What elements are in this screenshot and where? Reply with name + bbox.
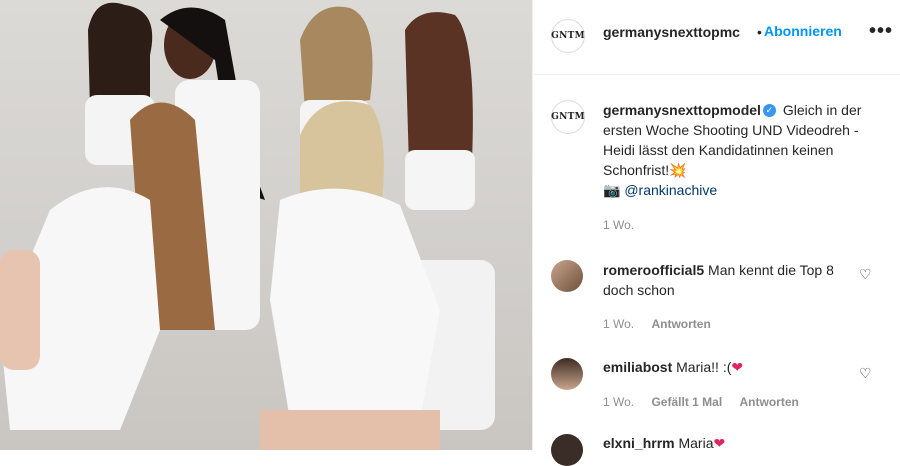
comment-text: Maria [678, 435, 714, 451]
post-caption: germanysnexttopmodel ✓ Gleich in der erst… [603, 100, 865, 200]
separator-dot: • [757, 24, 762, 40]
models-photo [0, 0, 532, 450]
post-image[interactable] [0, 0, 532, 450]
reply-button[interactable]: Antworten [740, 395, 799, 409]
heart-outline-icon[interactable]: ♡ [859, 365, 872, 382]
more-options-icon[interactable]: ••• [869, 20, 893, 43]
post-header: GNTM germanysnexttopmc • Abonnieren ••• [533, 0, 900, 75]
red-heart-emoji: ❤ [731, 359, 744, 375]
explosion-emoji: 💥 [669, 162, 687, 178]
commenter-avatar[interactable] [551, 260, 583, 292]
follow-button[interactable]: Abonnieren [764, 23, 842, 39]
comment-time[interactable]: 1 Wo. [603, 317, 634, 331]
caption-avatar[interactable]: GNTM [551, 100, 585, 134]
comment-username[interactable]: emiliabost [603, 359, 672, 375]
heart-outline-icon[interactable]: ♡ [859, 266, 872, 283]
commenter-avatar[interactable] [551, 358, 583, 390]
likes-count[interactable]: Gefällt 1 Mal [651, 395, 722, 409]
comment-item: elxni_hrrm Maria❤ [603, 433, 853, 453]
post-sidebar: GNTM germanysnexttopmc • Abonnieren ••• … [532, 0, 900, 466]
comment-username[interactable]: romeroofficial5 [603, 262, 704, 278]
commenter-avatar[interactable] [551, 434, 583, 466]
caption-meta: 1 Wo. [603, 218, 648, 232]
verified-badge-icon: ✓ [762, 103, 776, 117]
caption-username[interactable]: germanysnexttopmodel [603, 102, 761, 118]
account-username[interactable]: germanysnexttopmc [603, 24, 740, 40]
camera-emoji: 📷 [603, 182, 621, 198]
comment-item: emiliabost Maria!! :(❤ [603, 357, 853, 377]
comment-meta: 1 Wo. Gefällt 1 Mal Antworten [603, 395, 813, 409]
comment-username[interactable]: elxni_hrrm [603, 435, 675, 451]
comment-meta: 1 Wo. Antworten [603, 317, 725, 331]
mention-link[interactable]: @rankinachive [624, 182, 717, 198]
red-heart-emoji: ❤ [713, 435, 726, 451]
account-avatar[interactable]: GNTM [551, 19, 585, 53]
comment-text: Maria!! :( [676, 359, 732, 375]
comment-time[interactable]: 1 Wo. [603, 395, 634, 409]
caption-time[interactable]: 1 Wo. [603, 218, 634, 232]
reply-button[interactable]: Antworten [651, 317, 710, 331]
comment-item: romeroofficial5 Man kennt die Top 8 doch… [603, 260, 853, 300]
